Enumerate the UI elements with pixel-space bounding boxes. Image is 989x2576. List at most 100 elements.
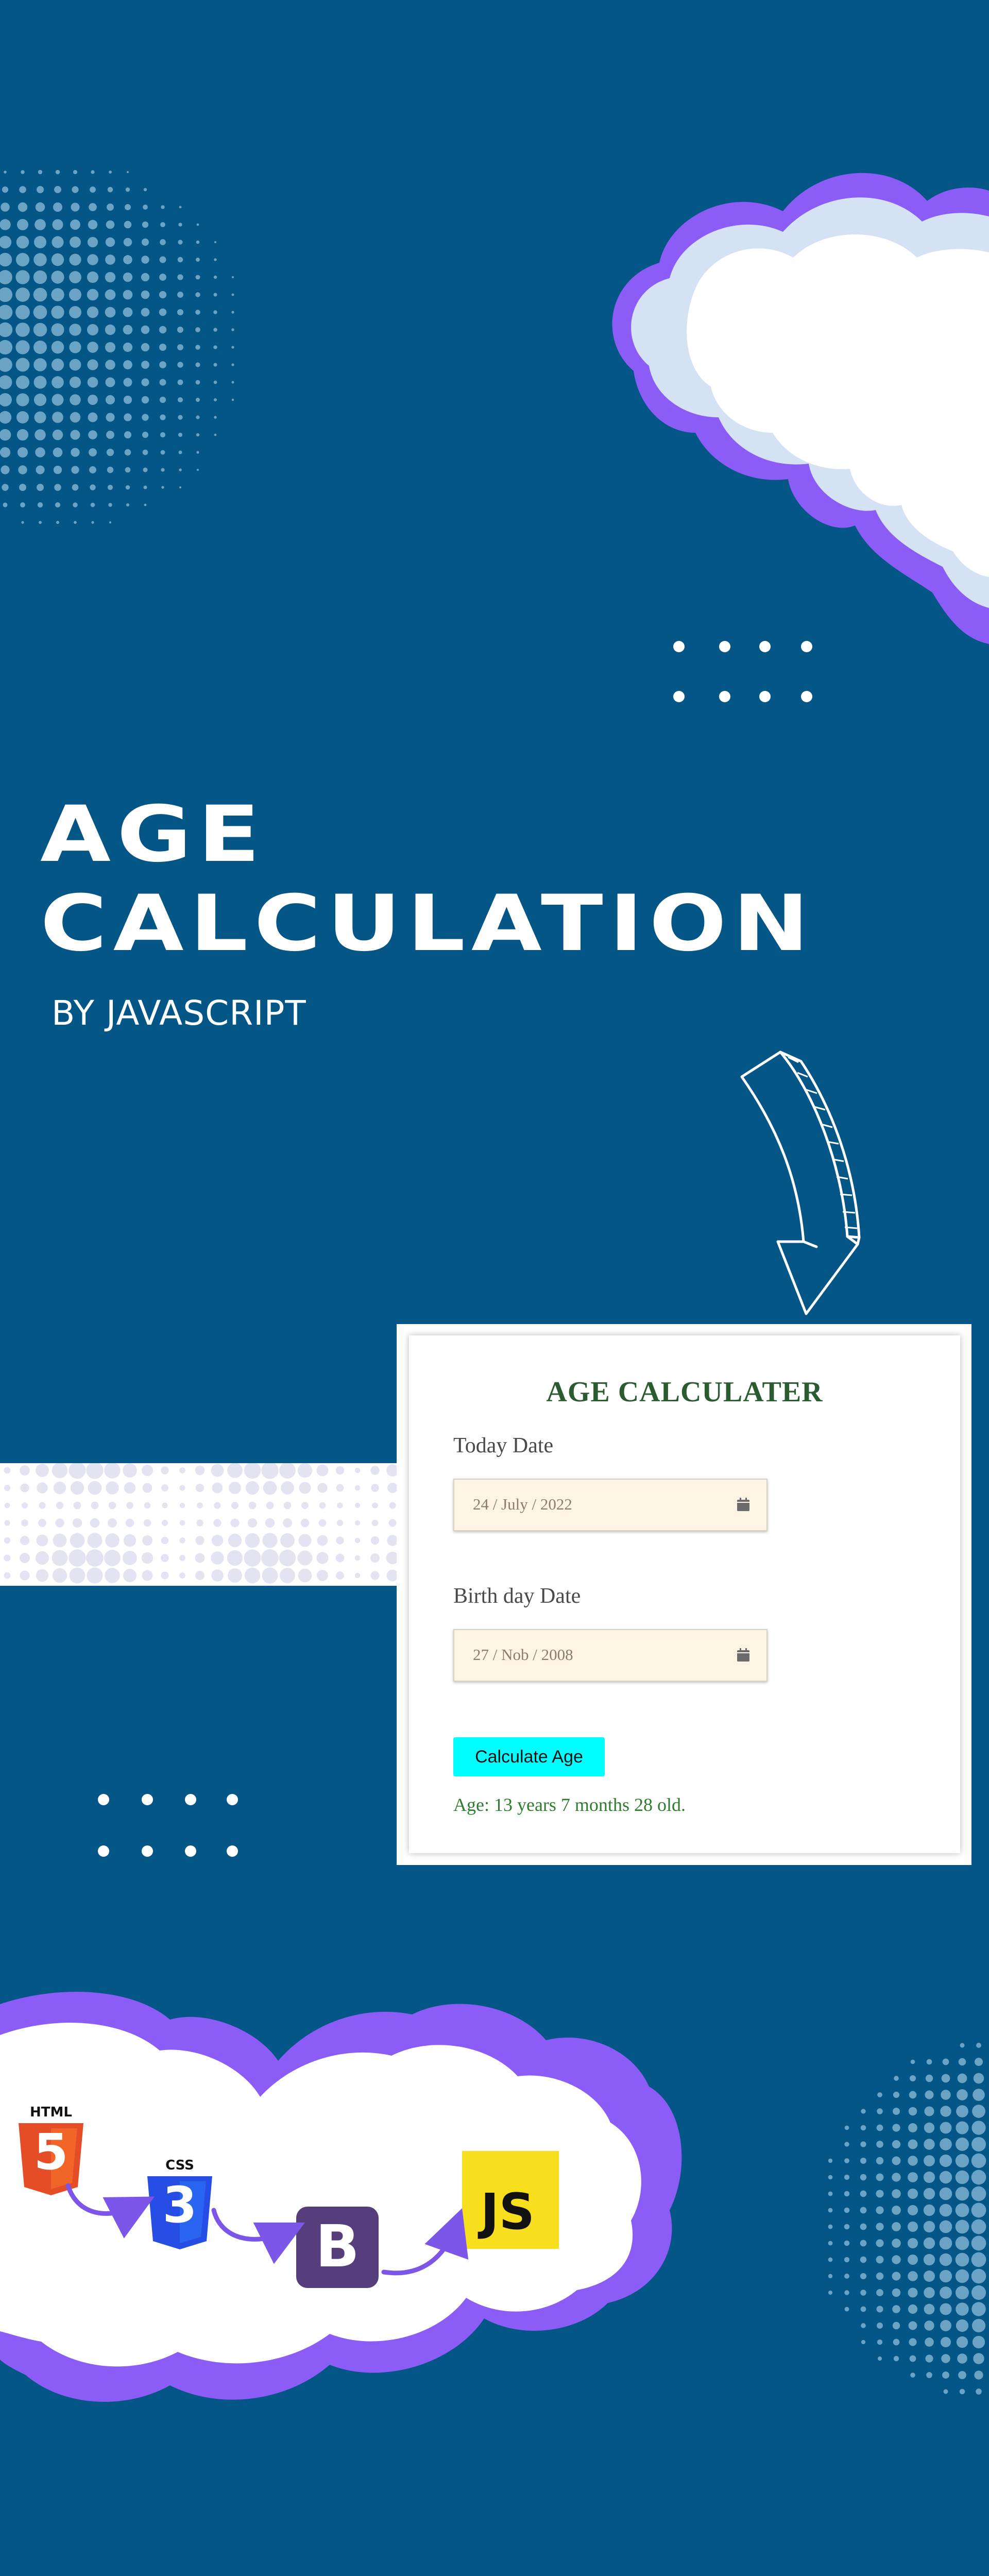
halftone-dot	[828, 2208, 833, 2213]
halftone-sphere-bottom-right	[828, 2043, 986, 2395]
halftone-dot	[87, 236, 98, 248]
halftone-dot	[860, 2174, 867, 2181]
halftone-dot	[179, 1555, 185, 1561]
halftone-dot	[70, 236, 81, 248]
halftone-dot	[39, 1502, 46, 1509]
halftone-dot	[957, 2353, 967, 2364]
halftone-dot	[908, 2271, 918, 2281]
halftone-dot	[141, 325, 150, 334]
halftone-dot	[90, 1518, 100, 1528]
halftone-dot	[108, 1501, 116, 1510]
halftone-dot	[195, 275, 200, 280]
halftone-dot	[69, 271, 81, 283]
halftone-dot	[179, 1485, 185, 1491]
halftone-dot	[51, 341, 64, 354]
calendar-icon[interactable]	[737, 1497, 750, 1512]
halftone-dot	[19, 186, 26, 193]
halftone-dot	[318, 1519, 327, 1527]
halftone-dot	[33, 305, 47, 319]
halftone-dot	[939, 2253, 952, 2266]
halftone-dot	[52, 236, 64, 248]
halftone-dot	[941, 2074, 950, 2083]
halftone-dot	[0, 447, 11, 458]
halftone-dot	[39, 521, 42, 524]
halftone-dot	[141, 378, 149, 386]
halftone-dot	[36, 1569, 49, 1582]
halftone-dot	[301, 1502, 309, 1509]
halftone-dot	[160, 239, 166, 245]
halftone-dot	[860, 2207, 867, 2214]
halftone-dot	[940, 2138, 952, 2150]
halftone-dot	[924, 2122, 935, 2133]
halftone-dot	[4, 1484, 11, 1492]
halftone-dot	[844, 2125, 849, 2130]
halftone-dot	[195, 1553, 205, 1563]
halftone-dot	[844, 2274, 849, 2279]
halftone-dot	[283, 1518, 292, 1528]
halftone-dot	[354, 1467, 361, 1473]
halftone-dot	[38, 1519, 46, 1527]
halftone-dot	[388, 1519, 397, 1527]
halftone-dot	[0, 393, 12, 406]
halftone-dot	[940, 2336, 951, 2348]
halftone-dot	[876, 2190, 884, 2198]
halftone-dot	[923, 2171, 935, 2183]
halftone-dot	[0, 219, 11, 230]
halftone-dot	[908, 2107, 917, 2116]
halftone-dot	[956, 2319, 969, 2332]
halftone-dot	[828, 2224, 833, 2229]
halftone-dot	[973, 2353, 984, 2364]
calculate-age-button[interactable]: Calculate Age	[453, 1737, 605, 1776]
halftone-dot	[844, 2174, 850, 2180]
halftone-dot	[4, 171, 7, 174]
today-date-input[interactable]: 24 / July / 2022	[453, 1479, 768, 1531]
halftone-dot	[105, 342, 116, 353]
birth-date-input[interactable]: 27 / Nob / 2008	[453, 1629, 768, 1682]
halftone-dot	[70, 1481, 84, 1495]
halftone-dot	[36, 483, 44, 492]
halftone-dot	[179, 486, 182, 489]
halftone-dot	[88, 1481, 102, 1495]
halftone-dot	[214, 416, 217, 419]
halftone-dot	[179, 206, 182, 209]
halftone-dot	[213, 345, 217, 349]
halftone-dot	[37, 1482, 48, 1494]
halftone-dot	[87, 289, 99, 301]
halftone-dot	[370, 1466, 380, 1475]
halftone-dot	[52, 376, 64, 388]
halftone-dot	[55, 502, 61, 508]
halftone-dot	[179, 468, 182, 471]
halftone-dot	[941, 2354, 950, 2363]
halftone-dot	[213, 380, 217, 384]
halftone-dot	[34, 411, 46, 423]
halftone-dot	[941, 2090, 951, 2100]
halftone-dot	[971, 2137, 986, 2152]
halftone-dot	[124, 221, 132, 229]
halftone-dot	[910, 2059, 915, 2064]
halftone-dot	[124, 413, 132, 421]
halftone-dot	[971, 2153, 986, 2168]
halftone-dot	[72, 1518, 82, 1528]
halftone-dot	[35, 219, 46, 230]
halftone-dot	[4, 1502, 10, 1509]
halftone-dot	[894, 2076, 899, 2081]
halftone-dot	[195, 1536, 204, 1545]
halftone-dot	[971, 2202, 986, 2218]
halftone-dot	[370, 1536, 380, 1545]
halftone-dot	[126, 503, 130, 507]
halftone-dot	[957, 2089, 968, 2100]
halftone-dot	[261, 1549, 279, 1567]
halftone-dot	[227, 1463, 243, 1478]
halftone-dot	[142, 1483, 152, 1493]
halftone-dot	[844, 2307, 849, 2312]
halftone-dot	[15, 358, 30, 372]
halftone-dot	[861, 2109, 866, 2114]
calendar-icon[interactable]	[737, 1648, 750, 1662]
halftone-dot	[955, 2203, 969, 2217]
halftone-dot	[231, 363, 234, 366]
halftone-dot	[955, 2170, 969, 2184]
halftone-dot	[91, 521, 94, 524]
halftone-dot	[125, 467, 131, 473]
halftone-dot	[123, 325, 133, 335]
halftone-dot	[213, 275, 217, 279]
